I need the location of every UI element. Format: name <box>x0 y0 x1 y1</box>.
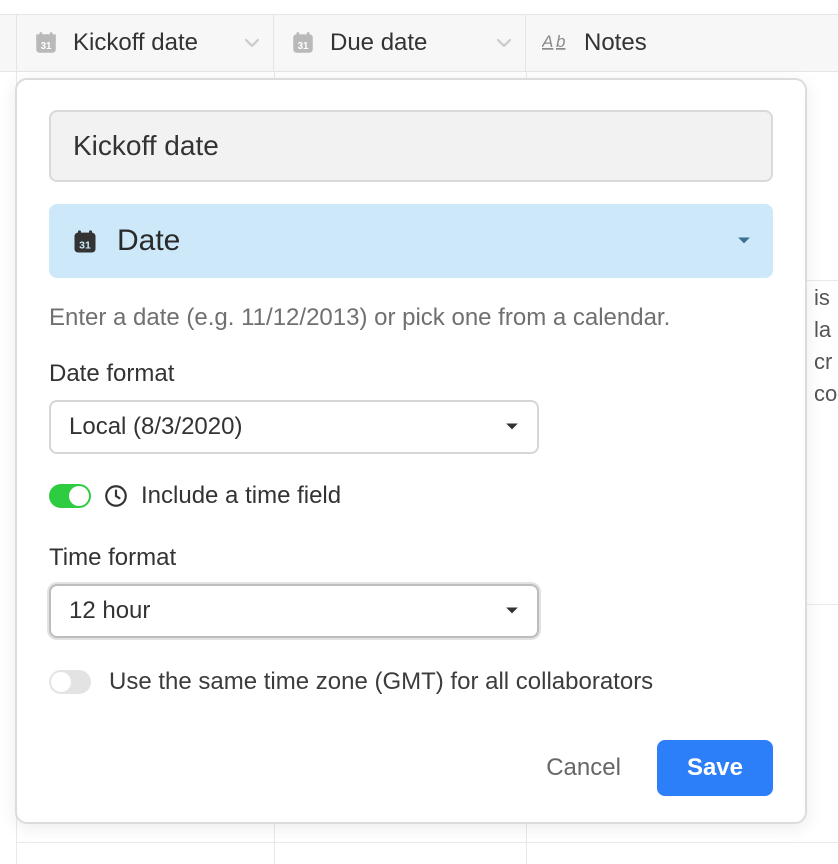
column-header-notes[interactable]: Ab Notes <box>526 15 838 71</box>
svg-text:A: A <box>542 32 553 51</box>
caret-down-icon <box>505 606 519 616</box>
column-header-label: Due date <box>330 29 427 57</box>
caret-down-icon <box>505 422 519 432</box>
date-format-label: Date format <box>49 360 773 388</box>
grid-hline <box>16 842 838 843</box>
date-format-select[interactable]: Local (8/3/2020) <box>49 400 539 454</box>
chevron-down-icon[interactable] <box>245 38 259 48</box>
column-header-row: 31 Kickoff date 31 Due date Ab Notes <box>0 14 838 72</box>
svg-text:31: 31 <box>298 41 309 52</box>
include-time-label: Include a time field <box>141 482 341 510</box>
popover-footer: Cancel Save <box>49 740 773 796</box>
calendar-icon: 31 <box>290 30 316 56</box>
column-header-kickoff[interactable]: 31 Kickoff date <box>16 15 274 71</box>
toggle-knob <box>51 672 71 692</box>
cancel-button[interactable]: Cancel <box>540 744 627 792</box>
gmt-row: Use the same time zone (GMT) for all col… <box>49 668 773 696</box>
notes-icon: Ab <box>542 32 570 54</box>
column-header-label: Notes <box>584 29 647 57</box>
toggle-knob <box>69 486 89 506</box>
caret-down-icon <box>737 236 751 246</box>
cell-text-cropped: islacrco <box>814 282 838 410</box>
svg-text:b: b <box>556 32 565 51</box>
svg-text:31: 31 <box>41 41 52 52</box>
calendar-icon: 31 <box>71 228 97 254</box>
svg-text:31: 31 <box>79 239 91 251</box>
field-type-select[interactable]: 31 Date <box>49 204 773 278</box>
gmt-label: Use the same time zone (GMT) for all col… <box>109 668 653 696</box>
column-header-label: Kickoff date <box>73 29 198 57</box>
field-type-label: Date <box>117 224 180 258</box>
clock-icon <box>103 483 129 509</box>
time-format-label: Time format <box>49 544 773 572</box>
save-button[interactable]: Save <box>657 740 773 796</box>
chevron-down-icon[interactable] <box>497 38 511 48</box>
field-name-input[interactable] <box>49 110 773 182</box>
gmt-toggle[interactable] <box>49 670 91 694</box>
helper-text: Enter a date (e.g. 11/12/2013) or pick o… <box>49 302 773 334</box>
include-time-row: Include a time field <box>49 482 773 510</box>
time-format-value: 12 hour <box>69 597 150 625</box>
calendar-icon: 31 <box>33 30 59 56</box>
include-time-toggle[interactable] <box>49 484 91 508</box>
column-header-due[interactable]: 31 Due date <box>274 15 526 71</box>
time-format-select[interactable]: 12 hour <box>49 584 539 638</box>
date-format-value: Local (8/3/2020) <box>69 413 242 441</box>
field-config-popover: 31 Date Enter a date (e.g. 11/12/2013) o… <box>15 78 807 824</box>
